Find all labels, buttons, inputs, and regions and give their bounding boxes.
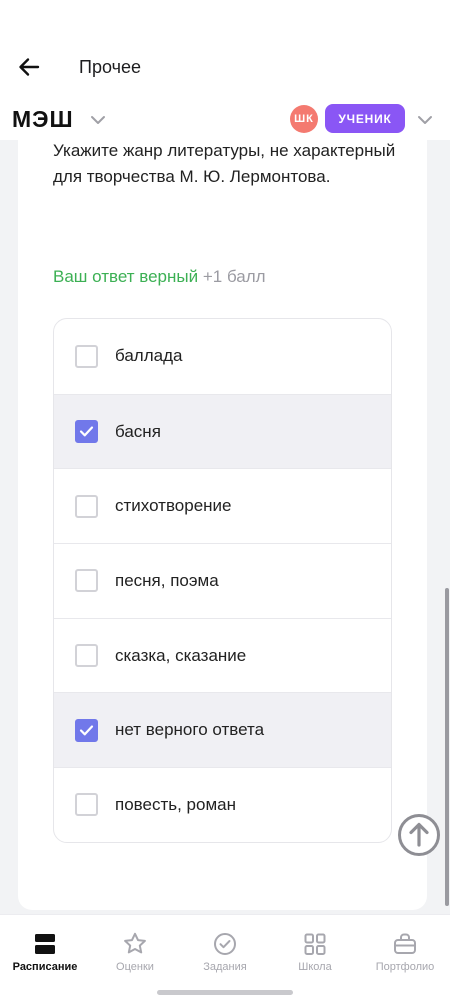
tab-label: Задания	[203, 961, 247, 973]
checkbox[interactable]	[75, 344, 98, 368]
mesh-logo: МЭШ	[12, 106, 74, 132]
question-card: Укажите жанр литературы, не характерный …	[18, 140, 427, 910]
option-label: басня	[115, 421, 161, 441]
answer-option[interactable]: баллада	[54, 319, 391, 394]
option-label: баллада	[115, 346, 183, 366]
tab-label: Расписание	[12, 961, 78, 973]
option-label: повесть, роман	[115, 794, 236, 814]
tab-school[interactable]: Школа	[270, 915, 360, 975]
avatar[interactable]: ШК	[290, 105, 318, 133]
back-button[interactable]	[14, 52, 44, 82]
top-bar: Прочее	[0, 0, 450, 100]
answer-result: Ваш ответ верный +1 балл	[53, 267, 266, 287]
scroll-to-top-button[interactable]	[397, 813, 441, 857]
question-text: Укажите жанр литературы, не характерный …	[53, 141, 396, 186]
check-circle-icon	[214, 933, 236, 955]
bottom-tab-bar: Расписание Оценки Задания Школа Портфоли…	[0, 914, 450, 1000]
answer-options: баллада басня стихотворение песня, поэма…	[53, 318, 392, 843]
option-label: сказка, сказание	[115, 645, 247, 665]
brand-bar: МЭШ ШК УЧЕНИК	[0, 100, 450, 140]
tab-schedule[interactable]: Расписание	[0, 915, 90, 975]
checkbox[interactable]	[75, 420, 98, 444]
tab-tasks[interactable]: Задания	[180, 915, 270, 975]
chevron-down-icon[interactable]	[415, 110, 435, 130]
tab-label: Школа	[298, 961, 332, 973]
scrollbar[interactable]	[445, 588, 449, 906]
checkbox[interactable]	[75, 793, 98, 817]
result-points: +1 балл	[202, 267, 266, 286]
answer-option[interactable]: песня, поэма	[54, 543, 391, 618]
checkmark-icon	[79, 725, 94, 736]
answer-option[interactable]: повесть, роман	[54, 767, 391, 842]
star-icon	[124, 932, 146, 954]
page-title: Прочее	[79, 57, 141, 77]
checkbox[interactable]	[75, 569, 98, 593]
role-badge[interactable]: УЧЕНИК	[325, 104, 405, 133]
tab-label: Портфолио	[375, 961, 435, 973]
checkbox[interactable]	[75, 644, 98, 668]
grid-icon	[304, 933, 326, 955]
answer-option[interactable]: стихотворение	[54, 468, 391, 543]
option-label: стихотворение	[115, 496, 232, 516]
home-indicator	[157, 990, 293, 995]
tab-grades[interactable]: Оценки	[90, 915, 180, 975]
checkbox[interactable]	[75, 494, 98, 518]
answer-option[interactable]: басня	[54, 393, 391, 469]
answer-option[interactable]: сказка, сказание	[54, 617, 391, 693]
option-label: нет верного ответа	[115, 720, 265, 740]
briefcase-icon	[394, 933, 416, 954]
tab-label: Оценки	[116, 961, 154, 973]
schedule-icon	[35, 934, 55, 954]
option-label: песня, поэма	[115, 570, 219, 590]
result-status: Ваш ответ верный	[53, 267, 199, 286]
answer-option[interactable]: нет верного ответа	[54, 692, 391, 768]
tab-portfolio[interactable]: Портфолио	[360, 915, 450, 975]
checkmark-icon	[79, 426, 94, 437]
chevron-down-icon[interactable]	[88, 110, 108, 130]
arrow-left-icon	[19, 58, 40, 76]
checkbox[interactable]	[75, 718, 98, 742]
